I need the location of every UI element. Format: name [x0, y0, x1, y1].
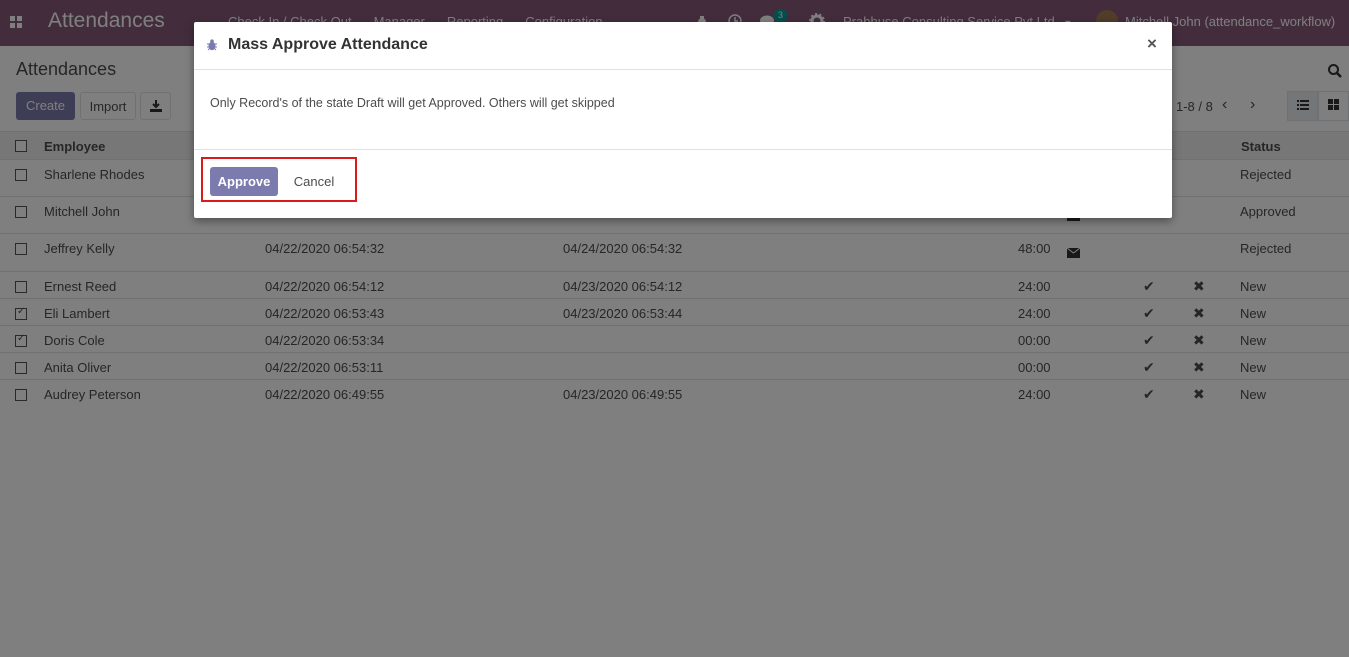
dialog-title: Mass Approve Attendance: [228, 36, 428, 53]
dialog-header: Mass Approve Attendance ×: [194, 22, 1172, 70]
close-icon[interactable]: ×: [1147, 34, 1157, 54]
dialog-message: Only Record's of the state Draft will ge…: [210, 96, 615, 110]
highlight-box: [201, 157, 357, 202]
bug-icon: [207, 39, 217, 51]
